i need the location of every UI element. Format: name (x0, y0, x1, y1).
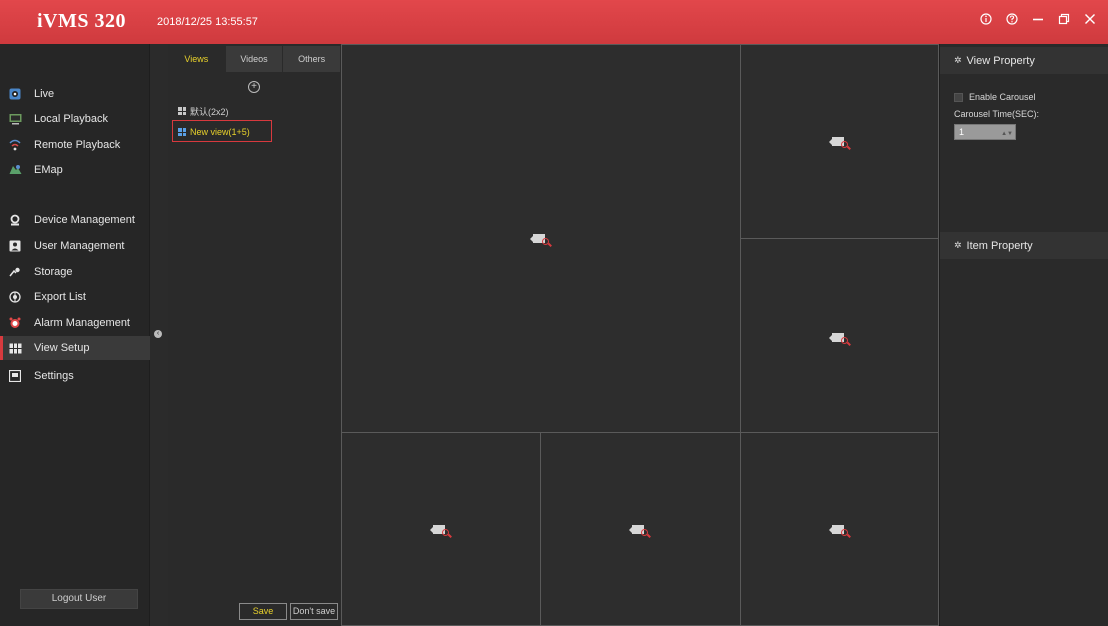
view-item-label: 默认(2x2) (190, 106, 229, 117)
video-grid (341, 44, 939, 626)
remote-playback-icon (8, 138, 22, 152)
title-bar: iVMS 320 2018/12/25 13:55:57 (0, 0, 1108, 44)
sidebar-item-label: Remote Playback (34, 139, 121, 151)
camera-placeholder-icon (829, 135, 849, 149)
sidebar-item-view-setup[interactable]: View Setup (0, 336, 150, 360)
video-cell-6[interactable] (740, 432, 939, 626)
collapse-panel-icon[interactable]: ‹ (154, 330, 162, 338)
restore-icon[interactable] (1056, 12, 1072, 30)
item-property-header: ✲ Item Property (940, 232, 1108, 259)
sidebar-item-live[interactable]: Live (8, 82, 150, 106)
tab-videos[interactable]: Videos (225, 46, 284, 72)
video-cell-5[interactable] (540, 432, 741, 626)
property-panel: ✲ View Property Enable Carousel Carousel… (939, 44, 1108, 626)
item-property-title: Item Property (966, 239, 1033, 252)
datetime-display: 2018/12/25 13:55:57 (157, 16, 258, 28)
alarm-icon (8, 316, 22, 330)
emap-icon (8, 163, 22, 177)
video-cell-1[interactable] (341, 44, 741, 433)
sidebar-item-label: Storage (34, 266, 73, 278)
local-playback-icon (8, 112, 22, 126)
camera-placeholder-icon (829, 523, 849, 537)
sidebar-item-local-playback[interactable]: Local Playback (8, 107, 150, 131)
views-tabs: Views Videos Others (168, 46, 342, 72)
carousel-time-label: Carousel Time(SEC): (954, 109, 1040, 119)
tab-views[interactable]: Views (168, 46, 226, 72)
video-cell-2[interactable] (740, 44, 939, 239)
logout-button[interactable]: Logout User (20, 589, 138, 609)
window-controls (978, 12, 1098, 30)
dont-save-button[interactable]: Don't save (290, 603, 338, 620)
sidebar-item-user-management[interactable]: User Management (8, 234, 150, 258)
sidebar-item-label: EMap (34, 164, 63, 176)
gear-icon: ✲ (954, 240, 962, 250)
enable-carousel-label: Enable Carousel (969, 92, 1036, 102)
app-logo: iVMS 320 (37, 10, 126, 32)
enable-carousel-checkbox[interactable]: Enable Carousel (954, 92, 1036, 102)
help-icon[interactable] (1004, 12, 1020, 30)
sidebar-item-label: Device Management (34, 214, 135, 226)
sidebar-item-label: Export List (34, 291, 86, 303)
sidebar-item-alarm-management[interactable]: Alarm Management (8, 311, 150, 335)
user-management-icon (8, 239, 22, 253)
sidebar-item-emap[interactable]: EMap (8, 158, 150, 182)
sidebar-item-label: Live (34, 88, 55, 100)
selection-highlight (172, 120, 272, 142)
checkbox-box[interactable] (954, 92, 963, 102)
export-list-icon (8, 290, 22, 304)
minimize-icon[interactable] (1030, 12, 1046, 30)
camera-placeholder-icon (530, 232, 550, 246)
sidebar-item-label: Settings (34, 370, 74, 382)
sidebar-item-remote-playback[interactable]: Remote Playback (8, 133, 150, 157)
view-item-default[interactable]: 默认(2x2) (178, 104, 229, 118)
left-sidebar: Live Local Playback Remote Playback EMap… (0, 44, 150, 626)
carousel-time-stepper[interactable]: 1 ▲▼ (954, 124, 1016, 140)
sidebar-item-storage[interactable]: Storage (8, 260, 150, 284)
save-button[interactable]: Save (239, 603, 287, 620)
sidebar-item-label: Local Playback (34, 113, 108, 125)
sidebar-item-settings[interactable]: Settings (8, 364, 150, 388)
view-property-title: View Property (966, 54, 1035, 67)
storage-icon (8, 265, 22, 279)
camera-placeholder-icon (829, 331, 849, 345)
device-management-icon (8, 213, 22, 227)
view-setup-icon (8, 341, 22, 355)
live-icon (8, 87, 22, 101)
info-icon[interactable] (978, 12, 994, 30)
video-cell-4[interactable] (341, 432, 541, 626)
sidebar-item-label: View Setup (34, 342, 90, 354)
settings-icon (8, 369, 22, 383)
carousel-time-value: 1 (959, 127, 965, 137)
camera-placeholder-icon (629, 523, 649, 537)
tab-others[interactable]: Others (283, 46, 342, 72)
sidebar-item-label: Alarm Management (34, 317, 130, 329)
grid-icon (178, 107, 186, 115)
view-property-header: ✲ View Property (940, 47, 1108, 74)
camera-placeholder-icon (430, 523, 450, 537)
add-view-icon[interactable]: + (248, 81, 260, 93)
spin-arrows-icon[interactable]: ▲▼ (1001, 127, 1013, 141)
gear-icon: ✲ (954, 55, 962, 65)
close-icon[interactable] (1082, 12, 1098, 30)
sidebar-item-export-list[interactable]: Export List (8, 285, 150, 309)
sidebar-item-label: User Management (34, 240, 125, 252)
video-cell-3[interactable] (740, 238, 939, 433)
sidebar-item-device-management[interactable]: Device Management (8, 208, 150, 232)
